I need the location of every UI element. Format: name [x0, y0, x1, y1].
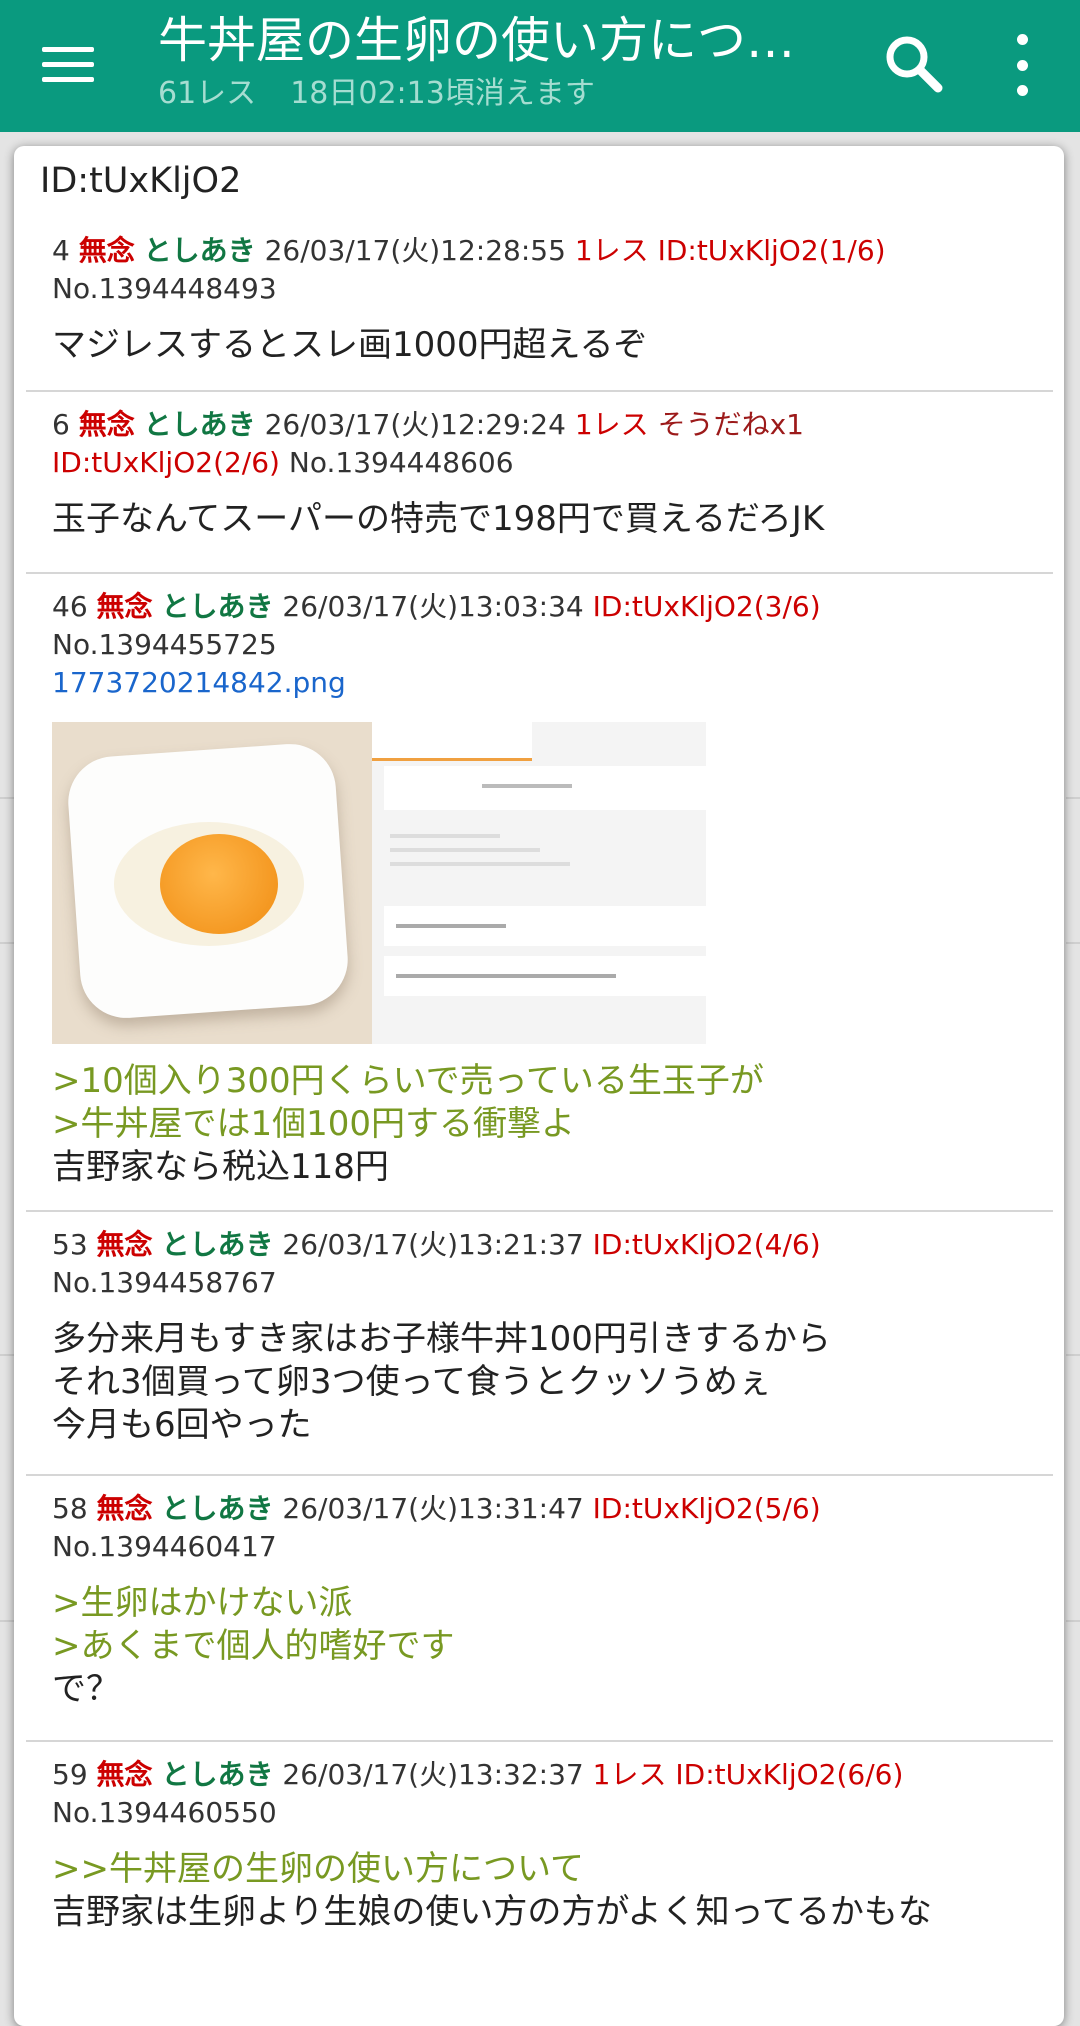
post-meta: 58 無念 としあき 26/03/17(火)13:31:47 ID:tUxKlj…	[52, 1490, 1053, 1528]
post-name: としあき	[161, 1758, 274, 1791]
post-body: 玉子なんてスーパーの特売で198円で買えるだろJK	[52, 498, 1053, 541]
post-body: 多分来月もすき家はお子様牛丼100円引きするから それ3個買って卵3つ使って食う…	[52, 1318, 1053, 1447]
thread-title: 牛丼屋の生卵の使い方につ…	[158, 12, 796, 69]
post-subject: 無念	[78, 408, 135, 441]
post-line: マジレスするとスレ画1000円超えるぞ	[52, 325, 648, 365]
reply-count: 61レス	[158, 76, 257, 111]
post-id[interactable]: ID:tUxKljO2(1/6)	[658, 234, 886, 267]
expire-time: 18日02:13頃消えます	[290, 76, 595, 111]
menu-screenshot-image	[372, 722, 706, 1044]
sodane-button[interactable]: そうだねx1	[658, 408, 804, 441]
post-id[interactable]: ID:tUxKljO2(6/6)	[675, 1758, 903, 1791]
post-line: 今月も6回やった	[52, 1405, 312, 1445]
post-no: No.1394460550	[52, 1796, 277, 1829]
post-subject: 無念	[78, 234, 135, 267]
post-date: 26/03/17(火)13:21:37	[282, 1228, 584, 1261]
post-line: で？	[52, 1669, 120, 1709]
post-meta: 4 無念 としあき 26/03/17(火)12:28:55 1レス ID:tUx…	[52, 232, 1053, 270]
post-line: それ3個買って卵3つ使って食うとクッソうめぇ	[52, 1362, 772, 1402]
post-item[interactable]: 4 無念 としあき 26/03/17(火)12:28:55 1レス ID:tUx…	[26, 228, 1053, 392]
post-no: No.1394455725	[52, 628, 277, 661]
post-body: >生卵はかけない派 >あくまで個人的嗜好です で？	[52, 1582, 1053, 1711]
post-name: としあき	[161, 1228, 274, 1261]
post-date: 26/03/17(火)13:32:37	[282, 1758, 584, 1791]
dialog-title: ID:tUxKljO2	[40, 161, 242, 201]
post-meta: 6 無念 としあき 26/03/17(火)12:29:24 1レス そうだねx1	[52, 406, 1053, 444]
post-meta: 59 無念 としあき 26/03/17(火)13:32:37 1レス ID:tU…	[52, 1756, 1053, 1794]
post-subject: 無念	[96, 1492, 153, 1525]
reply-link[interactable]: 1レス	[575, 408, 649, 441]
post-no: No.1394448493	[52, 272, 277, 305]
post-body: >10個入り300円くらいで売っている生玉子が >牛丼屋では1個100円する衝撃…	[52, 1060, 1053, 1189]
post-item[interactable]: 59 無念 としあき 26/03/17(火)13:32:37 1レス ID:tU…	[26, 1744, 1053, 1984]
post-id[interactable]: ID:tUxKljO2(3/6)	[593, 590, 821, 623]
post-meta: 53 無念 としあき 26/03/17(火)13:21:37 ID:tUxKlj…	[52, 1226, 1053, 1264]
post-item[interactable]: 6 無念 としあき 26/03/17(火)12:29:24 1レス そうだねx1…	[26, 394, 1053, 574]
post-number: 53	[52, 1228, 88, 1261]
quote-line: >牛丼屋では1個100円する衝撃よ	[52, 1104, 576, 1144]
post-number: 46	[52, 590, 88, 623]
post-thumbnail[interactable]	[52, 722, 706, 1044]
post-body: マジレスするとスレ画1000円超えるぞ	[52, 324, 1053, 367]
search-icon[interactable]	[880, 30, 946, 96]
reply-link[interactable]: 1レス	[593, 1758, 667, 1791]
file-link[interactable]: 1773720214842.png	[52, 664, 1053, 702]
quote-line: >10個入り300円くらいで売っている生玉子が	[52, 1061, 764, 1101]
post-date: 26/03/17(火)13:31:47	[282, 1492, 584, 1525]
post-number: 59	[52, 1758, 88, 1791]
post-date: 26/03/17(火)12:28:55	[264, 234, 566, 267]
thread-subtitle: 61レス 18日02:13頃消えます	[158, 72, 595, 116]
post-body: >>牛丼屋の生卵の使い方について 吉野家は生卵より生娘の使い方の方がよく知ってる…	[52, 1848, 1053, 1934]
post-number: 58	[52, 1492, 88, 1525]
post-subject: 無念	[96, 590, 153, 623]
post-no: No.1394458767	[52, 1266, 277, 1299]
post-meta-line2: ID:tUxKljO2(2/6) No.1394448606	[52, 444, 1053, 482]
post-id[interactable]: ID:tUxKljO2(4/6)	[593, 1228, 821, 1261]
post-line: 吉野家は生卵より生娘の使い方の方がよく知ってるかもな	[52, 1892, 932, 1932]
post-no: No.1394460417	[52, 1530, 277, 1563]
post-name: としあき	[161, 1492, 274, 1525]
quote-line: >あくまで個人的嗜好です	[52, 1626, 455, 1666]
post-name: としあき	[161, 590, 274, 623]
post-id[interactable]: ID:tUxKljO2(5/6)	[593, 1492, 821, 1525]
hamburger-menu-icon[interactable]	[42, 34, 102, 94]
post-item[interactable]: 53 無念 としあき 26/03/17(火)13:21:37 ID:tUxKlj…	[26, 1214, 1053, 1476]
post-subject: 無念	[96, 1228, 153, 1261]
post-number: 6	[52, 408, 70, 441]
egg-bowl-image	[52, 722, 372, 1044]
quote-line: >>牛丼屋の生卵の使い方について	[52, 1849, 584, 1889]
post-line: 吉野家なら税込118円	[52, 1147, 389, 1187]
post-no: No.1394448606	[288, 446, 514, 479]
post-date: 26/03/17(火)12:29:24	[264, 408, 566, 441]
post-id[interactable]: ID:tUxKljO2(2/6)	[52, 446, 280, 479]
post-name: としあき	[143, 234, 256, 267]
more-vert-icon[interactable]	[1010, 34, 1034, 96]
id-posts-dialog: ID:tUxKljO2 4 無念 としあき 26/03/17(火)12:28:5…	[14, 146, 1064, 2026]
quote-line: >生卵はかけない派	[52, 1583, 353, 1623]
reply-link[interactable]: 1レス	[575, 234, 649, 267]
post-subject: 無念	[96, 1758, 153, 1791]
post-item[interactable]: 46 無念 としあき 26/03/17(火)13:03:34 ID:tUxKlj…	[26, 576, 1053, 1212]
post-item[interactable]: 58 無念 としあき 26/03/17(火)13:31:47 ID:tUxKlj…	[26, 1478, 1053, 1742]
post-date: 26/03/17(火)13:03:34	[282, 590, 584, 623]
post-meta: 46 無念 としあき 26/03/17(火)13:03:34 ID:tUxKlj…	[52, 588, 1053, 626]
post-line: 玉子なんてスーパーの特売で198円で買えるだろJK	[52, 499, 825, 539]
post-line: 多分来月もすき家はお子様牛丼100円引きするから	[52, 1319, 831, 1359]
post-number: 4	[52, 234, 70, 267]
post-name: としあき	[143, 408, 256, 441]
app-bar: 牛丼屋の生卵の使い方につ… 61レス 18日02:13頃消えます	[0, 0, 1080, 132]
